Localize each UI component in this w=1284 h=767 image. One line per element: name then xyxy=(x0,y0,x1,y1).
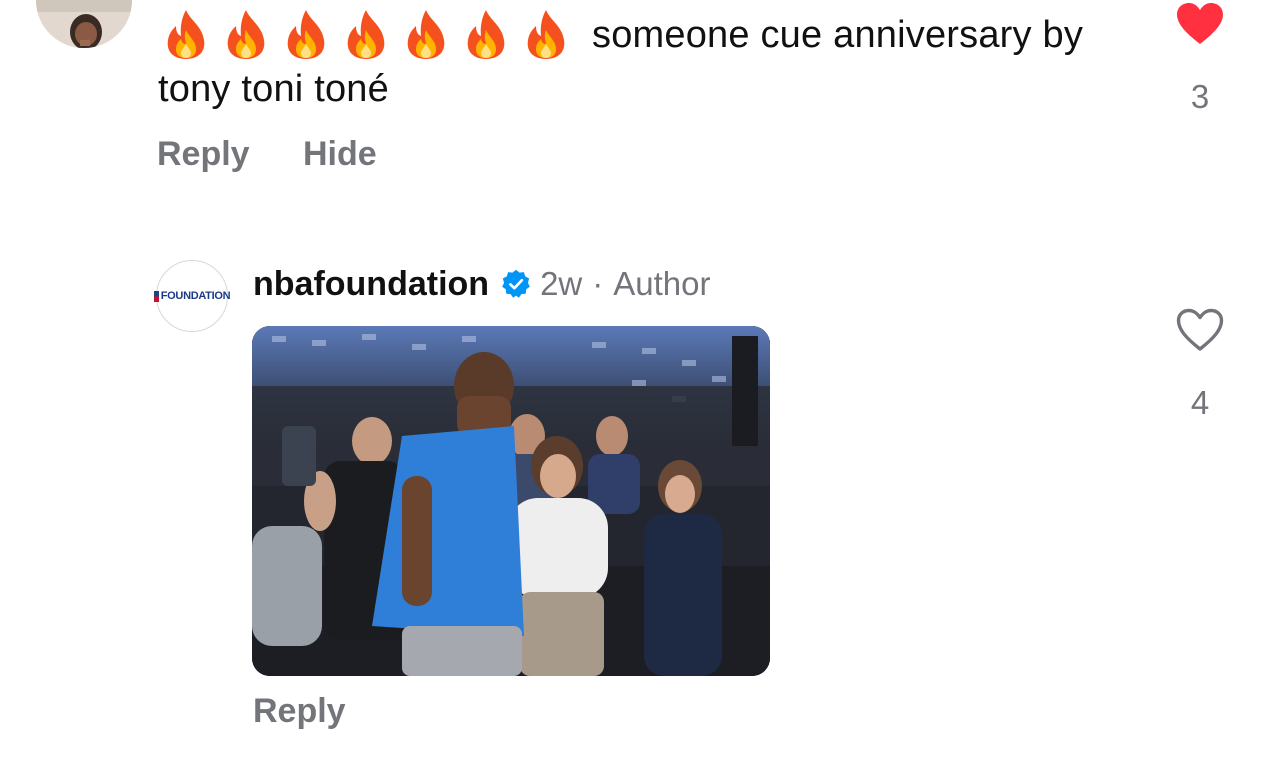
reply-button[interactable]: Reply xyxy=(253,691,346,731)
verified-badge-icon xyxy=(501,269,531,299)
username-link[interactable]: nbafoundation xyxy=(253,265,489,304)
fire-emoji-icon xyxy=(398,8,458,62)
avatar-photo xyxy=(36,0,132,48)
nbafoundation-avatar[interactable]: FOUNDATION xyxy=(153,260,231,332)
nba-foundation-logo: FOUNDATION xyxy=(153,290,231,302)
fire-emoji-icon xyxy=(338,8,398,62)
like-count[interactable]: 3 xyxy=(1180,78,1220,116)
gif-media[interactable] xyxy=(252,326,770,676)
author-label: Author xyxy=(613,265,711,302)
fire-emoji-icon xyxy=(278,8,338,62)
reply-button[interactable]: Reply xyxy=(157,134,250,174)
fire-emoji-icon xyxy=(158,8,218,62)
nba-logo-icon xyxy=(153,290,159,302)
comment-time: 2w xyxy=(540,265,583,302)
hide-button[interactable]: Hide xyxy=(303,134,377,174)
heart-outline-icon[interactable] xyxy=(1176,308,1224,352)
commenter-avatar[interactable] xyxy=(36,0,132,48)
like-count[interactable]: 4 xyxy=(1180,384,1220,422)
fire-emoji-icon xyxy=(518,8,578,62)
fire-emoji-icon xyxy=(458,8,518,62)
meta-separator: · xyxy=(592,265,604,302)
fire-emoji-row xyxy=(158,8,578,62)
gif-frame-image xyxy=(252,326,770,676)
comment-text: someone cue anniversary by tony toni ton… xyxy=(158,8,1118,116)
comment-header: nbafoundation 2w · Author xyxy=(253,262,710,306)
fire-emoji-icon xyxy=(218,8,278,62)
heart-filled-icon[interactable] xyxy=(1176,2,1224,46)
